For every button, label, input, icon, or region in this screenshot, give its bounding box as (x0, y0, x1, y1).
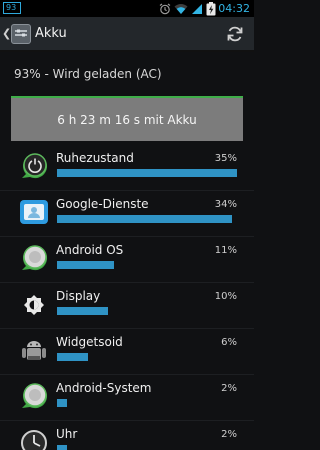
usage-bar-fill (57, 169, 237, 177)
up-caret-icon[interactable]: ❮ (2, 27, 11, 40)
usage-label: Google-Dienste (56, 197, 149, 211)
usage-bar-fill (57, 261, 114, 269)
signal-icon (192, 3, 202, 14)
usage-bar-fill (57, 307, 109, 315)
battery-duration-text: 6 h 23 m 16 s mit Akku (57, 113, 197, 127)
clock-time: 04:32 (218, 2, 250, 15)
usage-percent: 34% (214, 199, 237, 210)
usage-bar (57, 399, 237, 407)
brightness-icon (24, 295, 44, 315)
clock-icon (21, 430, 47, 450)
usage-row-android-system[interactable]: Android-System 2% (0, 375, 254, 421)
android-os-icon (22, 245, 48, 271)
usage-label: Ruhezustand (56, 151, 134, 165)
charging-battery-icon (206, 1, 216, 15)
usage-label: Widgetsoid (56, 335, 123, 349)
action-bar-divider (0, 50, 254, 52)
status-bar: 93 04:32 (0, 0, 254, 17)
usage-row-ruhezustand[interactable]: Ruhezustand 35% (0, 145, 254, 191)
usage-row-widgetsoid[interactable]: Widgetsoid 6% (0, 329, 254, 375)
wifi-icon (174, 3, 188, 14)
usage-percent: 2% (221, 429, 237, 440)
usage-label: Uhr (56, 427, 78, 441)
usage-bar (57, 353, 237, 361)
usage-percent: 10% (214, 291, 237, 302)
google-services-icon (20, 200, 48, 224)
usage-percent: 2% (221, 383, 237, 394)
usage-bar-fill (57, 215, 232, 223)
usage-bar (57, 445, 237, 450)
usage-row-display[interactable]: Display 10% (0, 283, 254, 329)
status-icons (159, 1, 216, 16)
action-bar: ❮ Akku (0, 17, 254, 52)
battery-level-badge: 93 (3, 2, 21, 14)
usage-row-google-dienste[interactable]: Google-Dienste 34% (0, 191, 254, 237)
usage-bar-fill (57, 353, 88, 361)
power-icon (22, 153, 48, 179)
battery-history-graph[interactable]: 6 h 23 m 16 s mit Akku (11, 96, 243, 141)
page-title: Akku (35, 26, 67, 41)
usage-bar-fill (57, 445, 68, 450)
battery-status-text: 93% - Wird geladen (AC) (14, 67, 162, 81)
widgetsoid-icon (22, 341, 46, 360)
usage-bar (57, 169, 237, 177)
battery-usage-list: Ruhezustand 35% Google-Dienste 34% Andro… (0, 145, 254, 450)
usage-bar (57, 215, 237, 223)
usage-label: Display (56, 289, 101, 303)
usage-bar-fill (57, 399, 68, 407)
android-system-icon (22, 383, 48, 409)
usage-row-uhr[interactable]: Uhr 2% (0, 421, 254, 450)
usage-percent: 35% (214, 153, 237, 164)
usage-bar (57, 307, 237, 315)
usage-row-android-os[interactable]: Android OS 11% (0, 237, 254, 283)
usage-label: Android-System (56, 381, 152, 395)
usage-percent: 6% (221, 337, 237, 348)
usage-percent: 11% (214, 245, 237, 256)
refresh-icon[interactable] (226, 25, 244, 43)
usage-label: Android OS (56, 243, 124, 257)
usage-bar (57, 261, 237, 269)
alarm-icon (159, 3, 171, 14)
settings-app-icon[interactable] (11, 24, 31, 44)
